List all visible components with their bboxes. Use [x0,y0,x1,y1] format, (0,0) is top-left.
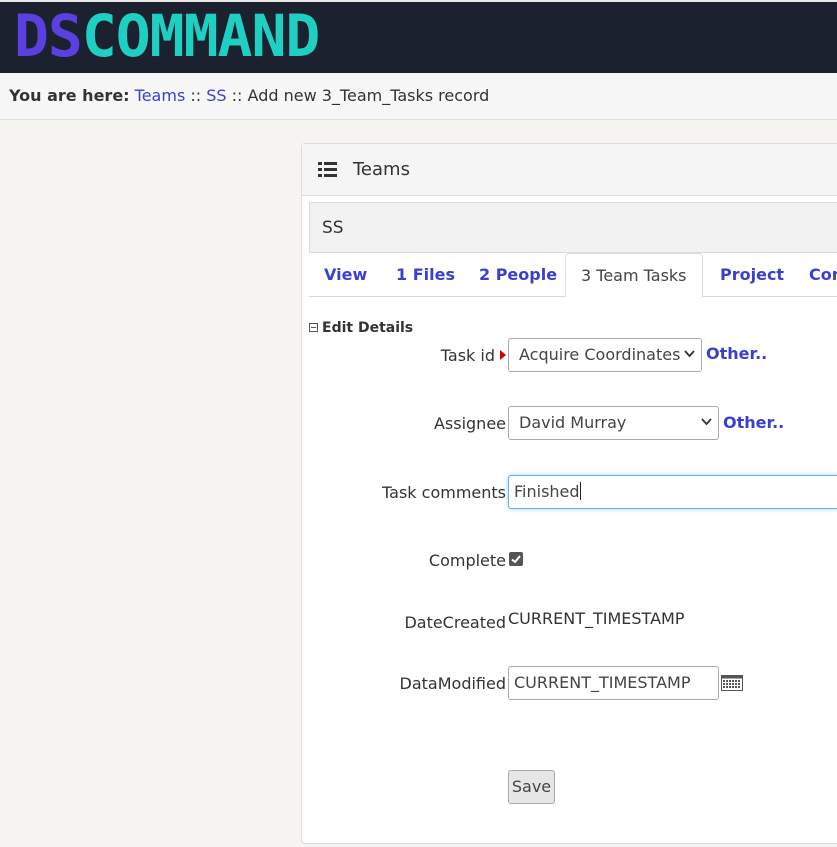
text-caret [579,482,581,500]
panel-header: Teams [302,144,837,196]
complete-checkbox[interactable] [509,552,523,566]
breadcrumb-link-ss[interactable]: SS [206,86,226,105]
panel-title: Teams [353,159,410,180]
chevron-down-icon [684,350,695,358]
tab-bar: View 1 Files 2 People 3 Team Tasks Proje… [309,253,837,298]
task-id-other-link[interactable]: Other.. [706,344,767,363]
breadcrumb-current: Add new 3_Team_Tasks record [247,86,490,105]
data-modified-input[interactable]: CURRENT_TIMESTAMP [508,666,719,700]
tab-files[interactable]: 1 Files [396,253,455,297]
legend-label: Edit Details [322,320,414,336]
save-button[interactable]: Save [508,770,555,804]
task-comments-value: Finished [514,482,580,501]
logo-text-ds: DS [14,2,83,70]
edit-details-legend[interactable]: Edit Details [309,320,413,336]
task-id-value: Acquire Coordinates [519,345,681,364]
tab-view[interactable]: View [324,253,367,297]
task-comments-input[interactable]: Finished [508,475,837,509]
assignee-label: Assignee [433,414,506,433]
app-header: DSCOMMAND [0,0,837,73]
complete-label: Complete [428,551,506,570]
app-logo[interactable]: DSCOMMAND [14,2,320,70]
calendar-icon[interactable] [721,675,743,691]
breadcrumb: You are here: Teams :: SS :: Add new 3_T… [0,73,837,120]
task-id-label-text: Task id [440,346,495,365]
task-id-select[interactable]: Acquire Coordinates [508,338,702,372]
required-arrow-icon [500,350,506,360]
breadcrumb-separator: :: [231,86,243,105]
collapse-icon[interactable] [309,323,318,332]
breadcrumb-separator: :: [190,86,202,105]
breadcrumb-link-teams[interactable]: Teams [135,86,186,105]
record-title-bar: SS [309,202,837,253]
tab-con[interactable]: Con [809,253,837,297]
date-created-label: DateCreated [404,613,506,632]
date-created-value: CURRENT_TIMESTAMP [508,609,685,628]
assignee-value: David Murray [519,413,627,432]
tab-people[interactable]: 2 People [479,253,557,297]
data-modified-label: DataModified [399,674,506,693]
assignee-select[interactable]: David Murray [508,406,719,440]
breadcrumb-label: You are here: [9,86,130,105]
task-id-label: Task id [441,346,506,365]
record-title: SS [322,218,344,238]
logo-text-command: COMMAND [81,2,320,70]
checkmark-icon [511,555,521,564]
data-modified-value: CURRENT_TIMESTAMP [514,673,691,692]
chevron-down-icon [701,418,712,426]
tab-project[interactable]: Project [720,253,784,297]
list-icon [318,162,337,177]
assignee-other-link[interactable]: Other.. [723,413,784,432]
teams-panel: Teams SS View 1 Files 2 People 3 Team Ta… [301,143,837,844]
tab-team-tasks[interactable]: 3 Team Tasks [565,253,703,298]
task-comments-label: Task comments [382,483,506,502]
